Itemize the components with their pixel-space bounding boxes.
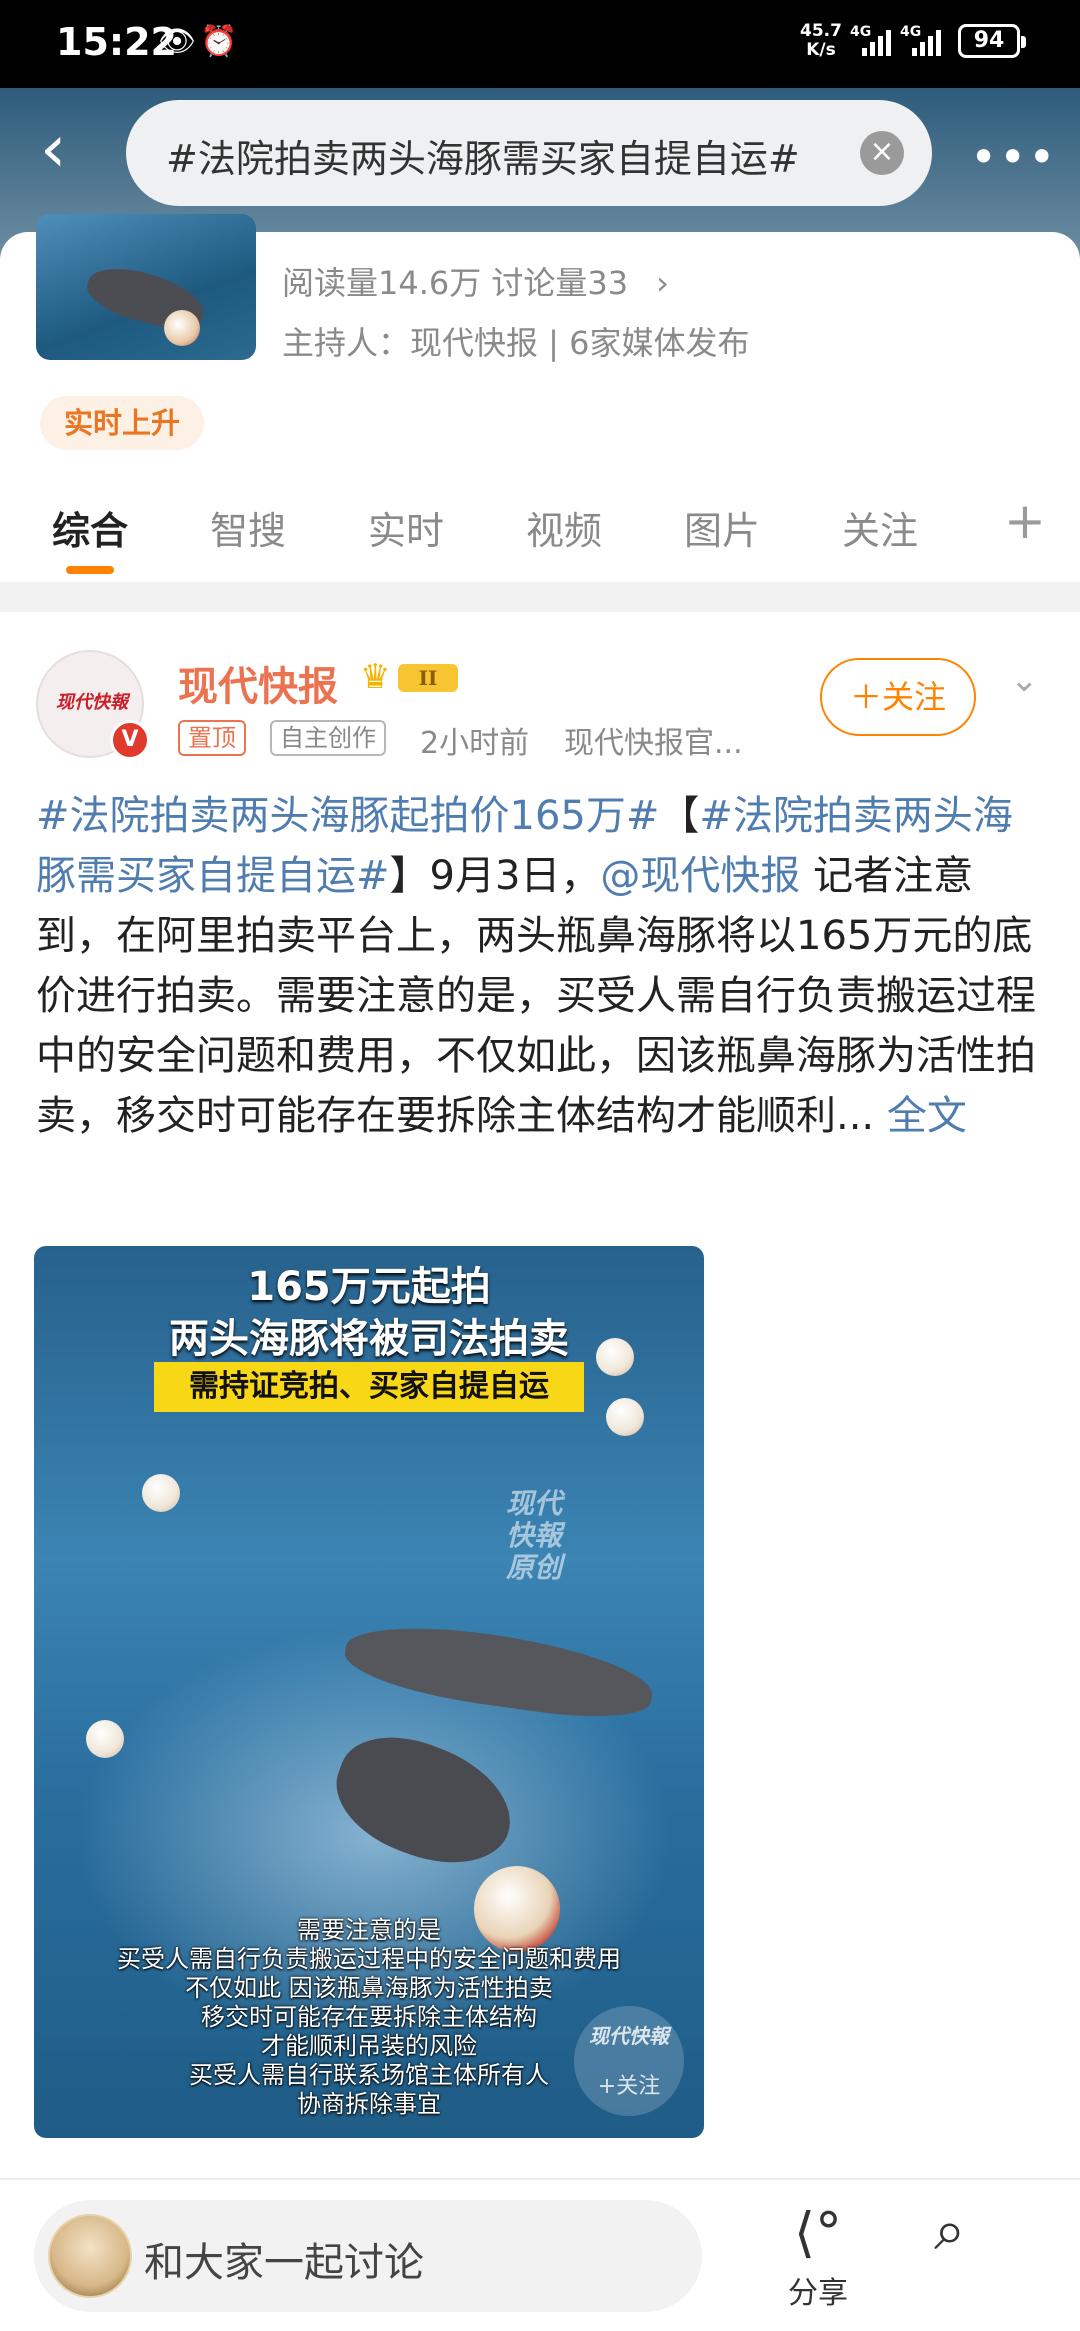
- image-watermark: 现代 快報 原创: [505, 1487, 562, 1584]
- author-name[interactable]: 现代快报: [178, 654, 338, 712]
- image-banner: 需持证竞拍、买家自提自运: [154, 1362, 584, 1412]
- topic-host: 主持人：现代快报 | 6家媒体发布: [282, 324, 750, 362]
- user-avatar: [48, 2214, 132, 2298]
- post-text: #法院拍卖两头海豚起拍价165万#【#法院拍卖两头海豚需买家自提自运#】9月3日…: [36, 786, 1046, 1146]
- back-arrow-icon[interactable]: ‹: [40, 116, 80, 188]
- image-brand-name: 现代快報: [589, 2024, 669, 2048]
- chevron-down-icon[interactable]: ⌄: [1010, 660, 1050, 700]
- level-label: II: [398, 664, 458, 692]
- search-box[interactable]: #法院拍卖两头海豚需买家自提自运# ×: [126, 100, 932, 206]
- image-brand-logo: 现代快報 +关注: [574, 2006, 684, 2116]
- signal-bars-2-icon: [912, 28, 941, 56]
- pinned-tag: 置顶: [178, 720, 246, 756]
- topic-thumbnail[interactable]: [36, 214, 256, 360]
- buoy-shape: [142, 1474, 180, 1512]
- original-tag: 自主创作: [270, 720, 386, 756]
- hashtag-link-1[interactable]: #法院拍卖两头海豚起拍价165万#: [36, 793, 659, 839]
- image-brand-follow: +关注: [597, 2074, 661, 2099]
- buoy-shape: [86, 1720, 124, 1758]
- tab-comprehensive[interactable]: 综合: [52, 500, 128, 555]
- tab-smart-search[interactable]: 智搜: [210, 500, 286, 555]
- network-speed: 45.7 K/s: [800, 21, 842, 60]
- eye-icon: 👁: [158, 24, 197, 59]
- image-title-1: 165万元起拍: [247, 1264, 491, 1310]
- clear-icon[interactable]: ×: [860, 131, 904, 175]
- member-level-badge: ♛ II: [360, 656, 466, 698]
- alarm-icon: ⏰: [200, 24, 238, 59]
- search-input[interactable]: #法院拍卖两头海豚需买家自提自运#: [166, 128, 816, 183]
- topic-stats-row[interactable]: 阅读量14.6万 讨论量33 ›: [282, 258, 669, 304]
- share-label: 分享: [788, 2276, 848, 2311]
- post-time: 2小时前: [420, 726, 530, 761]
- bracket-close: 】: [389, 853, 430, 899]
- discuss-input[interactable]: 和大家一起讨论: [34, 2200, 702, 2312]
- battery-icon: 94: [958, 24, 1026, 58]
- more-options-icon[interactable]: •••: [970, 130, 1057, 184]
- trending-badge: 实时上升: [40, 396, 204, 450]
- status-bar: 15:22 👁 ⏰ 45.7 K/s 4G 4G 94: [0, 0, 1080, 88]
- add-tab-icon[interactable]: +: [1004, 492, 1046, 550]
- search-icon[interactable]: ⌕: [934, 2198, 1014, 2278]
- tab-following[interactable]: 关注: [842, 500, 918, 555]
- verified-badge: V: [110, 720, 150, 760]
- section-separator: [0, 582, 1080, 612]
- share-icon: ⟨°: [793, 2201, 843, 2264]
- avatar-logo: 现代快報: [56, 692, 128, 713]
- tab-video[interactable]: 视频: [526, 500, 602, 555]
- tab-realtime[interactable]: 实时: [368, 500, 444, 555]
- follow-button[interactable]: ＋关注: [820, 658, 976, 736]
- chevron-right-icon: ›: [656, 264, 669, 302]
- share-button[interactable]: ⟨° 分享: [780, 2198, 856, 2318]
- post-source: 现代快报官...: [564, 726, 743, 761]
- buoy-shape: [606, 1398, 644, 1436]
- bracket-open: 【: [659, 793, 700, 839]
- image-title-2: 两头海豚将被司法拍卖: [169, 1316, 569, 1362]
- post-date: 9月3日，: [429, 853, 601, 899]
- post-image[interactable]: 165万元起拍 两头海豚将被司法拍卖 需持证竞拍、买家自提自运 现代 快報 原创…: [34, 1246, 704, 2138]
- signal-bars-1-icon: [862, 28, 891, 56]
- full-text-link[interactable]: 全文: [887, 1093, 967, 1139]
- topic-stats: 阅读量14.6万 讨论量33: [282, 264, 629, 302]
- mention-link[interactable]: @现代快报: [600, 853, 800, 899]
- ball-shape: [164, 310, 200, 346]
- active-tab-indicator: [66, 566, 114, 574]
- tab-pictures[interactable]: 图片: [684, 500, 760, 555]
- discuss-placeholder: 和大家一起讨论: [144, 2240, 424, 2286]
- tab-bar: 综合 智搜 实时 视频 图片 关注: [0, 490, 1080, 580]
